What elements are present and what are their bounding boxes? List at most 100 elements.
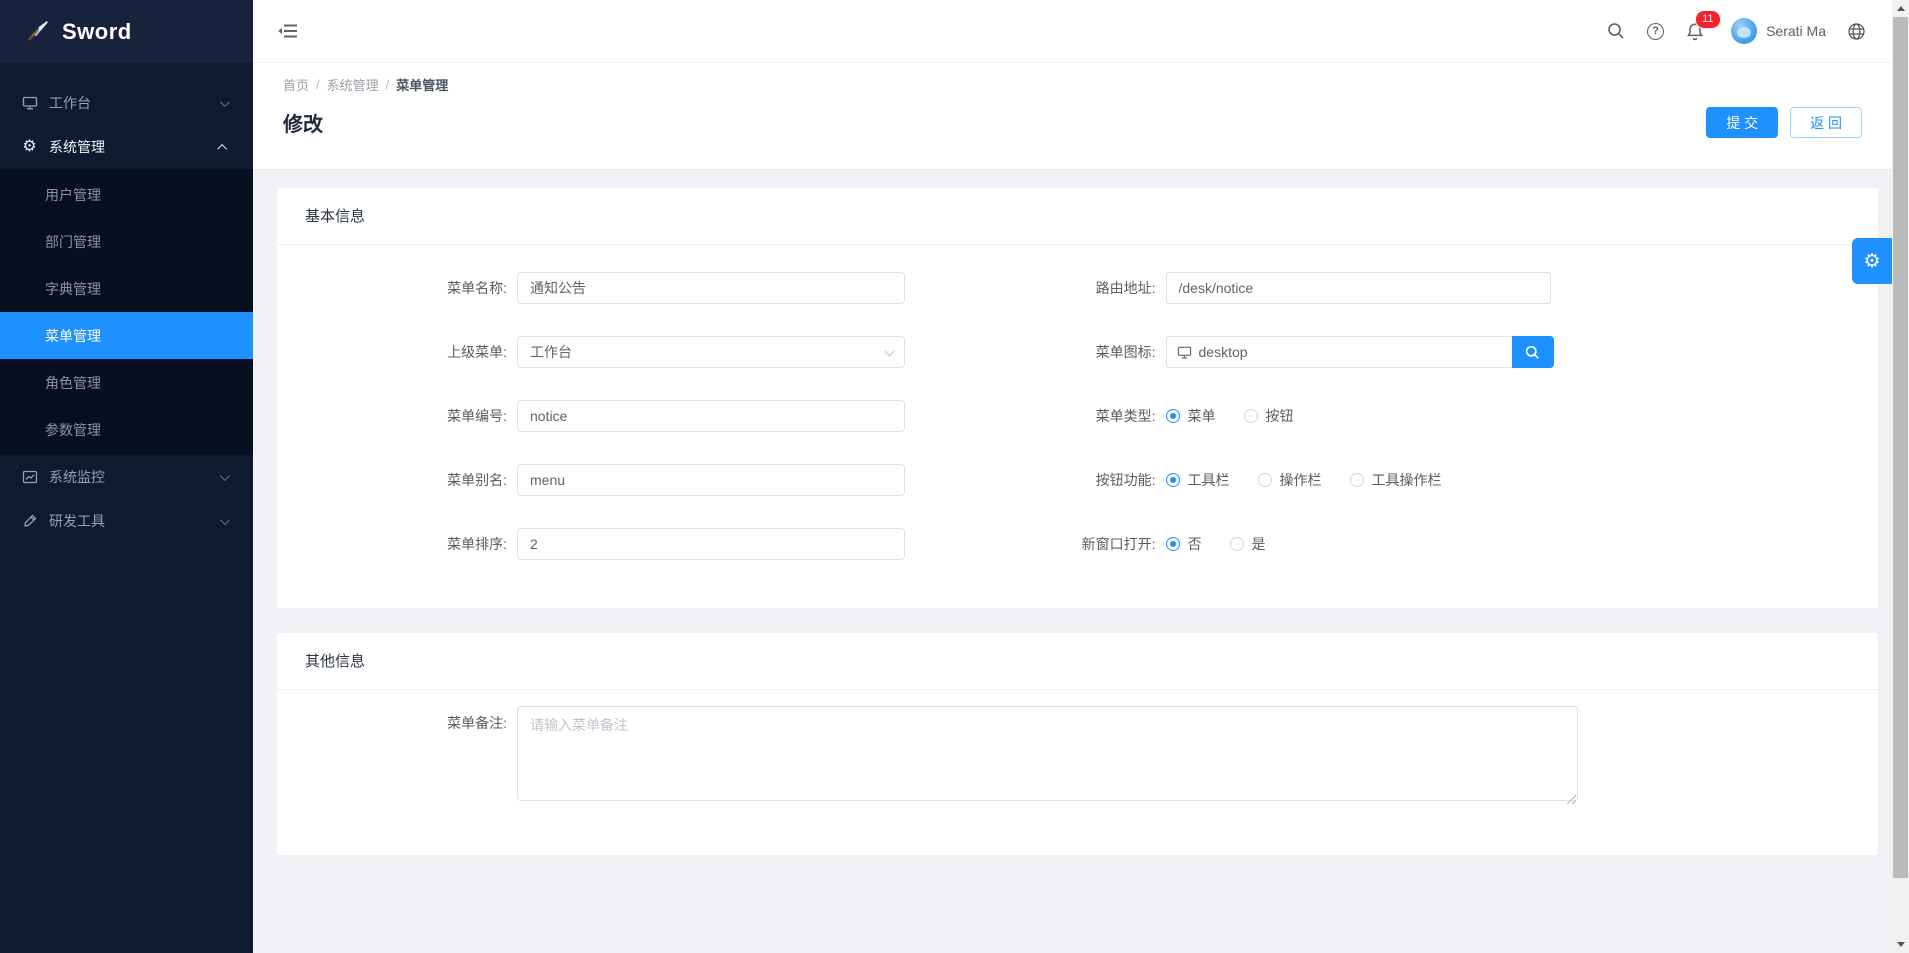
radio-label: 工具栏 <box>1188 470 1230 490</box>
search-icon <box>1525 345 1540 360</box>
other-info-card: 其他信息 菜单备注: <box>277 633 1878 855</box>
radio-icon <box>1350 473 1364 487</box>
menu-remark-label: 菜单备注: <box>277 706 517 733</box>
page-content: 基本信息 菜单名称: 路由地址: 上级菜单: <box>253 170 1892 953</box>
sidebar-item-system-monitor[interactable]: 系统监控 <box>0 455 253 499</box>
new-window-radio-no[interactable]: 否 <box>1166 534 1202 554</box>
sidebar-item-system-mgmt[interactable]: ⚙ 系统管理 <box>0 125 253 169</box>
breadcrumb-separator: / <box>386 77 390 92</box>
sidebar-subitem-dept-mgmt[interactable]: 部门管理 <box>0 218 253 265</box>
route-path-input[interactable] <box>1166 272 1551 304</box>
chevron-up-icon <box>217 143 227 153</box>
radio-icon <box>1166 473 1180 487</box>
globe-icon[interactable] <box>1847 22 1866 41</box>
sidebar-item-label: 系统监控 <box>49 467 105 487</box>
sidebar-subitem-menu-mgmt[interactable]: 菜单管理 <box>0 312 253 359</box>
radio-label: 按钮 <box>1266 406 1294 426</box>
radio-icon <box>1230 537 1244 551</box>
menu-type-radio-menu[interactable]: 菜单 <box>1166 406 1216 426</box>
sidebar-nav: 工作台 ⚙ 系统管理 用户管理 部门管理 字典管理 菜单管理 角色管理 参数管理 <box>0 63 253 543</box>
sidebar-item-dev-tools[interactable]: 研发工具 <box>0 499 253 543</box>
submit-button[interactable]: 提 交 <box>1706 107 1778 138</box>
menu-icon-input[interactable]: desktop <box>1166 336 1512 368</box>
sidebar-subitem-param-mgmt[interactable]: 参数管理 <box>0 406 253 453</box>
page-actions: 提 交 返 回 <box>1706 107 1862 138</box>
help-icon[interactable]: ? <box>1646 22 1665 41</box>
chevron-down-icon <box>220 471 230 481</box>
notification-badge: 11 <box>1695 10 1720 29</box>
radio-icon <box>1244 409 1258 423</box>
button-func-radio-tool-actionbar[interactable]: 工具操作栏 <box>1350 470 1442 490</box>
gear-icon: ⚙ <box>21 139 38 156</box>
user-menu[interactable]: Serati Ma <box>1731 18 1826 44</box>
radio-label: 是 <box>1252 534 1266 554</box>
breadcrumb-system-mgmt[interactable]: 系统管理 <box>327 75 379 94</box>
radio-label: 否 <box>1188 534 1202 554</box>
breadcrumb: 首页 / 系统管理 / 菜单管理 <box>283 75 1862 94</box>
page-header: 首页 / 系统管理 / 菜单管理 修改 提 交 返 回 <box>253 63 1892 170</box>
desktop-icon <box>1177 345 1192 360</box>
other-info-form: 菜单备注: <box>277 690 1878 806</box>
icon-search-button[interactable] <box>1512 336 1554 368</box>
settings-float-button[interactable]: ⚙ <box>1852 238 1892 284</box>
notification-bell[interactable]: 11 <box>1686 22 1704 41</box>
radio-label: 操作栏 <box>1280 470 1322 490</box>
search-icon[interactable] <box>1606 22 1625 41</box>
basic-info-card: 基本信息 菜单名称: 路由地址: 上级菜单: <box>277 188 1878 608</box>
menu-type-radio-button[interactable]: 按钮 <box>1244 406 1294 426</box>
parent-menu-label: 上级菜单: <box>277 342 517 362</box>
vertical-scrollbar <box>1892 0 1909 953</box>
topbar-actions: ? 11 Serati Ma <box>1606 18 1866 44</box>
sidebar: Sword 工作台 ⚙ 系统管理 用户管理 部门管理 字典管理 <box>0 0 253 953</box>
gear-icon: ⚙ <box>1863 250 1880 273</box>
app-logo[interactable]: Sword <box>0 0 253 63</box>
menu-sort-label: 菜单排序: <box>277 534 517 554</box>
wrench-icon <box>21 513 38 530</box>
chevron-down-icon <box>220 515 230 525</box>
scrollbar-down-arrow[interactable] <box>1892 936 1909 953</box>
parent-menu-select[interactable] <box>517 336 905 368</box>
menu-type-radio-group: 菜单 按钮 <box>1166 406 1294 426</box>
button-func-radio-group: 工具栏 操作栏 工具操作栏 <box>1166 470 1442 490</box>
menu-name-label: 菜单名称: <box>277 278 517 298</box>
menu-code-input[interactable] <box>517 400 905 432</box>
section-title-basic: 基本信息 <box>277 188 1878 245</box>
menu-alias-input[interactable] <box>517 464 905 496</box>
monitor-icon <box>21 95 38 112</box>
radio-icon <box>1258 473 1272 487</box>
sidebar-subitem-dict-mgmt[interactable]: 字典管理 <box>0 265 253 312</box>
sidebar-collapse-button[interactable] <box>277 20 299 42</box>
button-func-radio-toolbar[interactable]: 工具栏 <box>1166 470 1230 490</box>
breadcrumb-home[interactable]: 首页 <box>283 75 309 94</box>
new-window-radio-yes[interactable]: 是 <box>1230 534 1266 554</box>
radio-label: 工具操作栏 <box>1372 470 1442 490</box>
app-window: Sword 工作台 ⚙ 系统管理 用户管理 部门管理 字典管理 <box>0 0 1909 953</box>
menu-code-label: 菜单编号: <box>277 406 517 426</box>
topbar: ? 11 Serati Ma <box>253 0 1892 63</box>
basic-info-form: 菜单名称: 路由地址: 上级菜单: <box>277 245 1878 560</box>
question-glyph: ? <box>1647 23 1664 40</box>
sidebar-subitem-user-mgmt[interactable]: 用户管理 <box>0 171 253 218</box>
scrollbar-up-arrow[interactable] <box>1892 0 1909 17</box>
menu-sort-input[interactable] <box>517 528 905 560</box>
menu-name-input[interactable] <box>517 272 905 304</box>
new-window-label: 新窗口打开: <box>1078 534 1166 554</box>
sword-icon <box>24 19 50 45</box>
menu-icon-label: 菜单图标: <box>1078 342 1166 362</box>
sidebar-subitem-role-mgmt[interactable]: 角色管理 <box>0 359 253 406</box>
button-func-radio-actionbar[interactable]: 操作栏 <box>1258 470 1322 490</box>
sidebar-item-label: 系统管理 <box>49 137 105 157</box>
back-button[interactable]: 返 回 <box>1790 107 1862 138</box>
route-path-label: 路由地址: <box>1078 278 1166 298</box>
scrollbar-thumb[interactable] <box>1893 17 1908 878</box>
chevron-down-icon <box>220 97 230 107</box>
button-func-label: 按钮功能: <box>1078 470 1166 490</box>
sidebar-item-label: 研发工具 <box>49 511 105 531</box>
avatar <box>1731 18 1757 44</box>
sidebar-item-label: 工作台 <box>49 93 91 113</box>
sidebar-item-workbench[interactable]: 工作台 <box>0 81 253 125</box>
menu-icon-value: desktop <box>1199 344 1248 360</box>
page-title: 修改 <box>283 108 323 137</box>
menu-remark-textarea[interactable] <box>517 706 1578 801</box>
app-title: Sword <box>62 19 132 45</box>
